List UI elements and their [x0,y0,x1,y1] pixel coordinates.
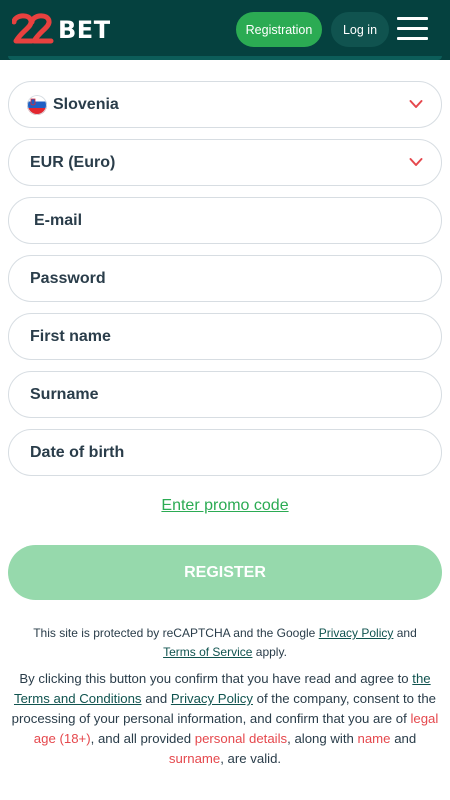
personal-details-text: personal details [194,731,288,746]
first-name-placeholder: First name [30,327,111,345]
top-header: BET Registration Log in [0,0,450,60]
currency-select[interactable]: EUR (Euro) [8,139,442,186]
legal-text-5: , along with [287,731,354,746]
chevron-down-icon [409,158,423,166]
terms-of-service-link[interactable]: Terms of Service [163,645,252,659]
date-of-birth-field[interactable]: Date of birth [8,429,442,476]
date-of-birth-placeholder: Date of birth [30,443,125,461]
slovenia-flag-icon [27,94,47,115]
hamburger-menu-icon[interactable] [397,17,428,41]
password-field[interactable]: Password [8,255,442,302]
privacy-policy-link[interactable]: Privacy Policy [319,626,394,640]
email-placeholder: E-mail [34,211,83,229]
legal-privacy-policy-link[interactable]: Privacy Policy [171,691,253,706]
currency-value: EUR (Euro) [30,153,116,171]
password-placeholder: Password [30,269,106,287]
surname-placeholder: Surname [30,385,99,403]
legal-text-2: and [145,691,168,706]
recaptcha-notice: This site is protected by reCAPTCHA and … [20,624,430,662]
surname-field[interactable]: Surname [8,371,442,418]
login-button[interactable]: Log in [331,12,389,47]
country-value: Slovenia [53,95,119,113]
email-field[interactable]: E-mail [8,197,442,244]
chevron-down-icon [409,100,423,108]
legal-text-1: By clicking this button you confirm that… [19,671,409,686]
recaptcha-and: and [396,626,417,640]
logo[interactable]: BET [12,10,111,50]
surname-text: surname [168,751,221,766]
registration-button[interactable]: Registration [236,12,322,47]
legal-text-6: and [394,731,417,746]
header-bottom-strip [8,56,442,60]
name-text: name [357,731,391,746]
recaptcha-text: This site is protected by reCAPTCHA and … [33,626,316,640]
promo-code-link[interactable]: Enter promo code [0,497,450,515]
recaptcha-suffix: apply. [255,645,287,659]
register-button[interactable]: REGISTER [8,545,442,600]
first-name-field[interactable]: First name [8,313,442,360]
logo-22-icon [12,13,54,44]
legal-text-7: , are valid. [220,751,282,766]
country-select[interactable]: Slovenia [8,81,442,128]
legal-consent-text: By clicking this button you confirm that… [8,669,442,769]
logo-text: BET [58,16,111,44]
legal-text-4: , and all provided [90,731,192,746]
